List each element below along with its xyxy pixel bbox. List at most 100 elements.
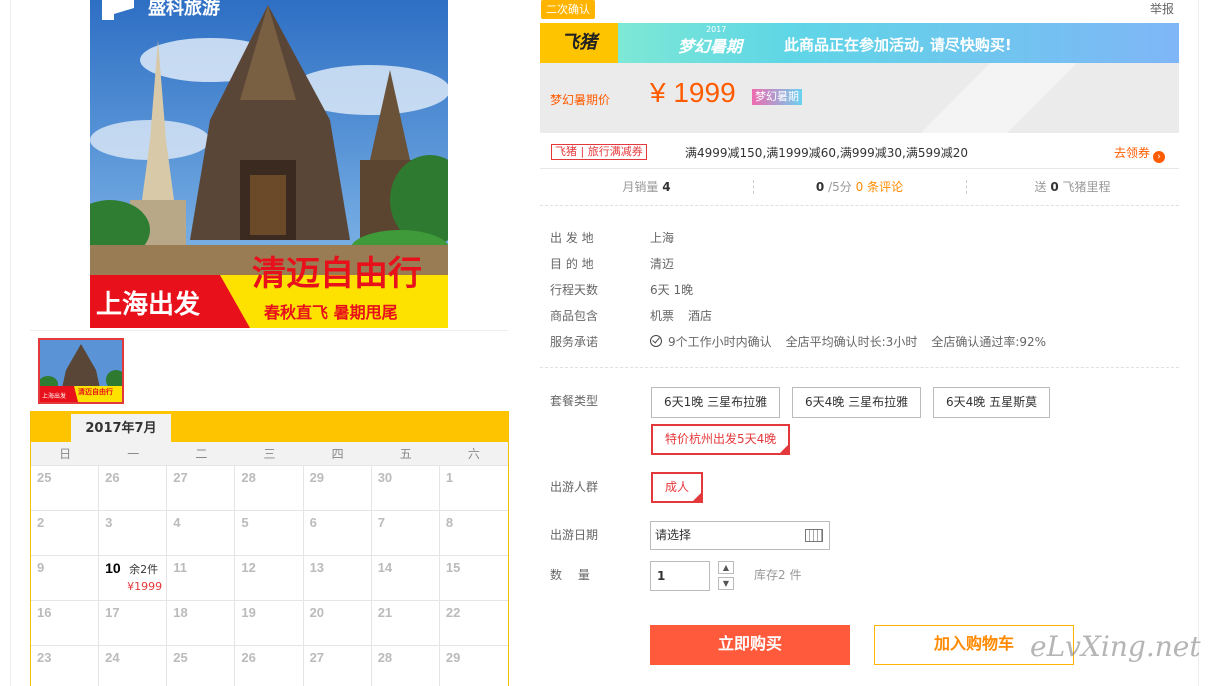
package-option-2[interactable]: 6天4晚 三星布拉雅 bbox=[792, 387, 922, 418]
headline-label: 清迈自由行 bbox=[252, 254, 422, 294]
product-main-image: 盛科旅游 清迈自由行 上海出发 春秋直飞 暑期甩尾 bbox=[90, 0, 448, 328]
calendar-weekdays: 日 一 二 三 四 五 六 bbox=[31, 442, 508, 466]
calendar-day: 15 bbox=[439, 556, 508, 601]
chevron-right-icon: › bbox=[1153, 151, 1166, 163]
includes-label: 商品包含 bbox=[550, 308, 599, 323]
miles-value: 0 bbox=[1050, 180, 1059, 194]
tagline-label: 春秋直飞 暑期甩尾 bbox=[263, 303, 398, 322]
sales-label: 月销量 bbox=[622, 180, 659, 194]
includes-flight: 机票 bbox=[650, 308, 675, 323]
frame-border-left bbox=[10, 0, 11, 686]
thumbnail-1[interactable]: 清迈自由行 上海出发 bbox=[38, 338, 124, 404]
miles-suffix: 飞猪里程 bbox=[1062, 180, 1111, 194]
package-option-4-selected[interactable]: 特价杭州出发5天4晚 bbox=[651, 424, 791, 455]
service-confirm-time: 9个工作小时内确认 bbox=[668, 334, 772, 349]
calendar-day-available[interactable]: 10 余2件 ¥1999 bbox=[99, 556, 168, 601]
duration-value: 6天 1晚 bbox=[650, 282, 694, 297]
promo-text: 此商品正在参加活动, 请尽快购买! bbox=[784, 36, 1012, 54]
stock-label: 库存2 件 bbox=[754, 568, 802, 582]
calendar-day: 14 bbox=[371, 556, 440, 601]
calendar-day: 2 bbox=[31, 511, 100, 556]
weekday-sat: 六 bbox=[467, 447, 480, 461]
price-box: 梦幻暑期价 ¥ 1999 梦幻暑期 bbox=[540, 63, 1179, 133]
rating-value: 0 bbox=[815, 180, 825, 194]
thumb-origin: 上海出发 bbox=[42, 392, 66, 400]
calendar-day: 9 bbox=[31, 556, 100, 601]
calendar-day: 25 bbox=[31, 466, 100, 511]
coupon-row: 飞猪 | 旅行满减券 满4999减150,满1999减60,满999减30,满5… bbox=[540, 137, 1179, 169]
promo-strip: 2017 梦幻暑期 此商品正在参加活动, 请尽快购买! bbox=[618, 23, 1179, 63]
calendar-day: 18 bbox=[167, 601, 236, 646]
info-service: 服务承诺 9个工作小时内确认 全店平均确认时长:3小时 全店确认通过率:92% bbox=[550, 328, 1180, 354]
destination-value: 清迈 bbox=[650, 256, 675, 271]
calendar-month-tab[interactable]: 2017年7月 bbox=[71, 414, 171, 442]
calendar-day: 5 bbox=[235, 511, 304, 556]
duration-label: 行程天数 bbox=[550, 282, 599, 297]
get-coupon-link[interactable]: 去领券 › bbox=[1114, 144, 1166, 163]
calendar-day: 22 bbox=[439, 601, 508, 646]
buy-now-button[interactable]: 立即购买 bbox=[650, 625, 850, 665]
quantity-input[interactable]: 1 bbox=[650, 561, 710, 591]
package-label: 套餐类型 bbox=[550, 394, 599, 408]
calendar-day: 27 bbox=[167, 466, 236, 511]
monthly-sales: 月销量 4 bbox=[540, 172, 753, 205]
info-departure: 出 发 地 上海 bbox=[550, 224, 1180, 250]
coupon-badge: 飞猪 | 旅行满减券 bbox=[551, 144, 647, 160]
calendar-day: 17 bbox=[99, 601, 168, 646]
brand-label: 盛科旅游 bbox=[148, 0, 220, 19]
calendar-day: 29 bbox=[303, 466, 372, 511]
travel-date-input[interactable]: 请选择 bbox=[650, 521, 830, 550]
calendar-day: 27 bbox=[304, 646, 372, 686]
weekday-thu: 四 bbox=[331, 447, 344, 461]
calendar-day: 21 bbox=[371, 601, 440, 646]
package-option-1[interactable]: 6天1晚 三星布拉雅 bbox=[651, 387, 781, 418]
weekday-tue: 二 bbox=[195, 447, 208, 461]
calendar-day: 8 bbox=[439, 511, 508, 556]
quantity-up-button[interactable]: ▲ bbox=[718, 561, 734, 574]
calendar-day: 12 bbox=[235, 556, 304, 601]
calendar-day: 19 bbox=[235, 601, 304, 646]
confirm-badge: 二次确认 bbox=[541, 0, 595, 19]
frame-border-right bbox=[1198, 0, 1199, 686]
product-info-list: 出 发 地 上海 目 的 地 清迈 行程天数 6天 1晚 商品包含 机票 酒店 … bbox=[550, 224, 1180, 354]
quantity-label: 数 量 bbox=[550, 568, 590, 582]
get-coupon-label: 去领券 bbox=[1114, 146, 1151, 160]
departure-calendar: 2017年7月 日 一 二 三 四 五 六 25 26 27 28 29 30 … bbox=[30, 411, 509, 686]
calendar-icon[interactable] bbox=[805, 529, 823, 542]
weekday-sun: 日 bbox=[59, 447, 72, 461]
section-divider bbox=[540, 367, 1179, 368]
price-tag: 梦幻暑期 bbox=[752, 89, 802, 105]
includes-hotel: 酒店 bbox=[688, 308, 713, 323]
report-link[interactable]: 举报 bbox=[1150, 0, 1174, 17]
quantity-down-button[interactable]: ▼ bbox=[718, 577, 734, 590]
weekday-fri: 五 bbox=[399, 447, 412, 461]
calendar-day: 4 bbox=[167, 511, 236, 556]
destination-label: 目 的 地 bbox=[550, 256, 594, 271]
date-label: 出游日期 bbox=[550, 528, 599, 542]
calendar-day: 7 bbox=[371, 511, 440, 556]
miles: 送 0 飞猪里程 bbox=[966, 172, 1179, 205]
weekday-wed: 三 bbox=[263, 447, 276, 461]
reviews-link[interactable]: 0 条评论 bbox=[856, 180, 903, 194]
check-circle-icon bbox=[650, 335, 662, 347]
calendar-day: 26 bbox=[235, 646, 304, 686]
fliggy-logo: 飞猪 bbox=[540, 23, 618, 63]
site-watermark: eLvXing.net bbox=[1030, 630, 1201, 663]
package-option-3[interactable]: 6天4晚 五星斯莫 bbox=[933, 387, 1051, 418]
date-placeholder: 请选择 bbox=[655, 528, 692, 542]
miles-prefix: 送 bbox=[1034, 180, 1047, 194]
calendar-day: 24 bbox=[99, 646, 168, 686]
promo-banner: 飞猪 2017 梦幻暑期 此商品正在参加活动, 请尽快购买! bbox=[540, 23, 1179, 63]
service-pass-rate: 全店确认通过率:92% bbox=[931, 334, 1047, 349]
info-destination: 目 的 地 清迈 bbox=[550, 250, 1180, 276]
info-includes: 商品包含 机票 酒店 bbox=[550, 302, 1180, 328]
coupon-rules: 满4999减150,满1999减60,满999减30,满599减20 bbox=[685, 146, 969, 160]
service-label: 服务承诺 bbox=[550, 334, 599, 349]
calendar-day: 1 bbox=[439, 466, 508, 511]
calendar-day: 26 bbox=[99, 466, 168, 511]
service-avg-time: 全店平均确认时长:3小时 bbox=[785, 334, 918, 349]
traveler-option-adult[interactable]: 成人 bbox=[651, 472, 704, 503]
calendar-day: 29 bbox=[440, 646, 508, 686]
price-decoration bbox=[819, 63, 1179, 133]
calendar-day: 30 bbox=[371, 466, 440, 511]
